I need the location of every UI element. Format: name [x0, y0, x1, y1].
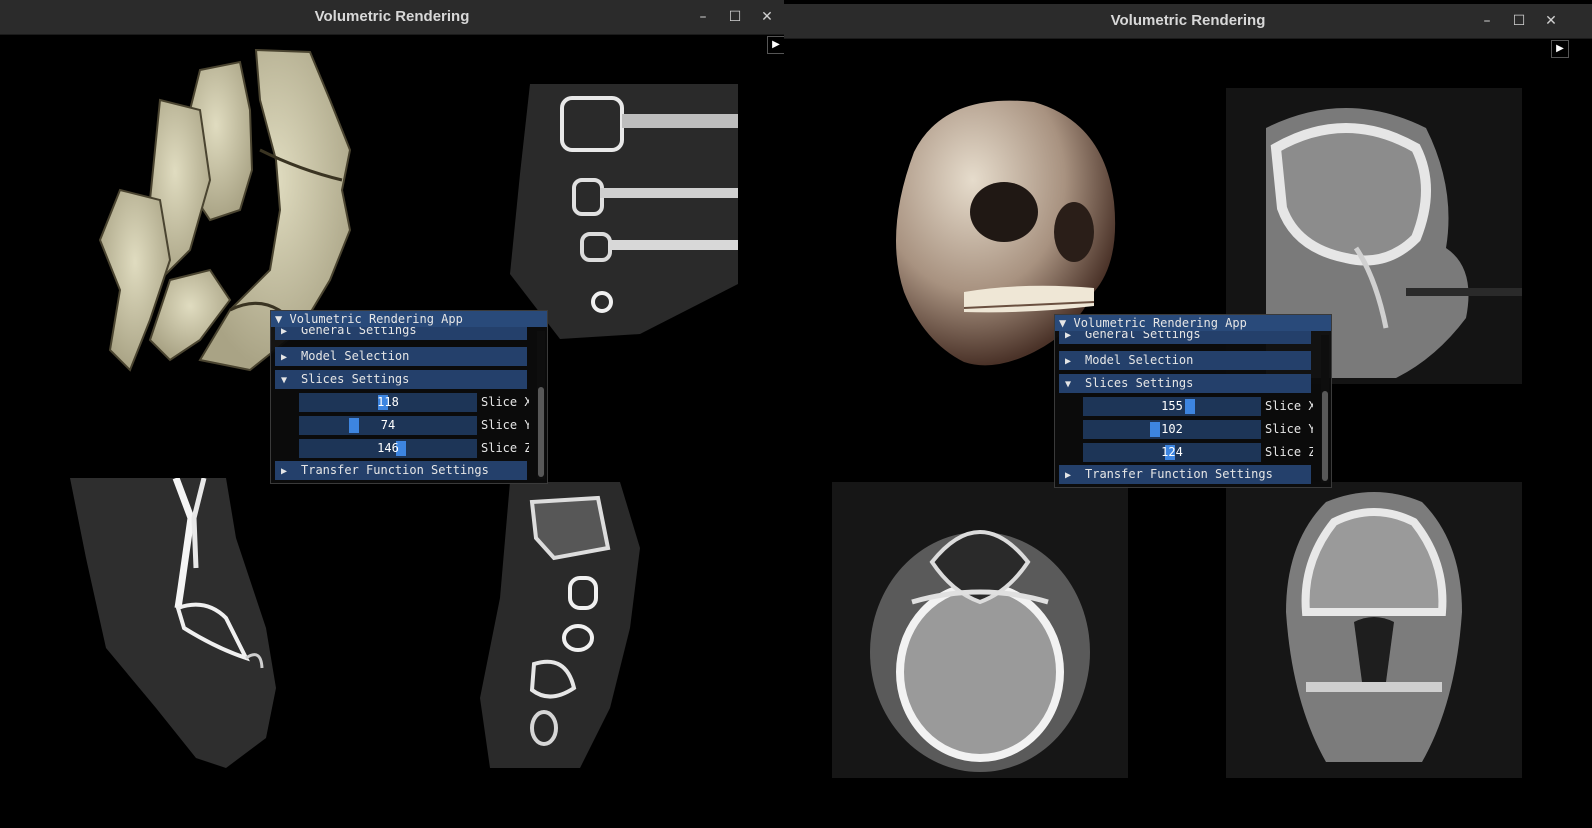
collapsed-arrow-icon: ▶ [1065, 356, 1072, 367]
right-titlebar[interactable]: Volumetric Rendering – ☐ ✕ [784, 4, 1592, 39]
slice-y-slider[interactable]: 74 [299, 416, 477, 435]
header-label: Model Selection [301, 349, 410, 363]
slider-value: 124 [1161, 445, 1183, 459]
header-transfer-function-settings[interactable]: ▶ Transfer Function Settings [1059, 465, 1311, 484]
left-settings-panel: ▼ Volumetric Rendering App ▶ General Sett… [270, 310, 548, 484]
collapsed-arrow-icon: ▶ [281, 352, 288, 363]
panel-title-bar[interactable]: ▼ Volumetric Rendering App [271, 311, 547, 327]
right-app-window: Volumetric Rendering – ☐ ✕ ▶ ▼ Volumetri… [784, 4, 1592, 828]
minimize-icon[interactable]: – [1470, 4, 1504, 38]
play-icon[interactable]: ▶ [767, 36, 784, 54]
close-icon[interactable]: ✕ [1534, 4, 1568, 38]
slice-z-slider[interactable]: 146 [299, 439, 477, 458]
slice-y-slider[interactable]: 102 [1083, 420, 1261, 439]
panel-title-bar[interactable]: ▼ Volumetric Rendering App [1055, 315, 1331, 331]
right-settings-panel: ▼ Volumetric Rendering App ▶ General Sett… [1054, 314, 1332, 488]
collapsed-arrow-icon: ▶ [1065, 470, 1072, 481]
header-label: Slices Settings [301, 372, 410, 386]
slider-value: 74 [380, 418, 396, 432]
slice-view-bottom-left[interactable] [66, 478, 286, 778]
slider-value: 155 [1161, 399, 1183, 413]
collapsed-arrow-icon: ▶ [281, 327, 288, 337]
header-label: Slices Settings [1085, 376, 1194, 390]
collapsed-arrow-icon: ▶ [281, 466, 288, 477]
slice-x-slider[interactable]: 155 [1083, 397, 1261, 416]
panel-title: Volumetric Rendering App [289, 312, 463, 326]
slider-value: 118 [377, 395, 399, 409]
left-app-window: Volumetric Rendering – ☐ ✕ ▶ ▼ Volumetri… [0, 0, 784, 828]
slider-value: 146 [377, 441, 399, 455]
expanded-arrow-icon: ▼ [281, 375, 288, 386]
maximize-icon[interactable]: ☐ [1502, 4, 1536, 38]
slice-view-bottom-right[interactable] [470, 478, 650, 778]
slice-view-top-right[interactable] [500, 84, 738, 344]
header-label: Transfer Function Settings [301, 463, 489, 477]
panel-scrollbar[interactable] [1321, 335, 1329, 483]
header-model-selection[interactable]: ▶ Model Selection [275, 347, 527, 366]
header-slices-settings[interactable]: ▼ Slices Settings [1059, 374, 1311, 393]
slider-value: 102 [1161, 422, 1183, 436]
maximize-icon[interactable]: ☐ [718, 0, 752, 34]
header-label: Transfer Function Settings [1085, 467, 1273, 481]
header-label: General Settings [301, 327, 417, 337]
panel-title: Volumetric Rendering App [1073, 316, 1247, 330]
header-transfer-function-settings[interactable]: ▶ Transfer Function Settings [275, 461, 527, 480]
expanded-arrow-icon: ▼ [1065, 379, 1072, 390]
close-icon[interactable]: ✕ [750, 0, 784, 34]
slice-z-label: Slice Z [1265, 445, 1313, 459]
collapse-arrow-icon[interactable]: ▼ [275, 312, 282, 326]
slice-z-label: Slice Z [481, 441, 529, 455]
slice-y-label: Slice Y [481, 418, 529, 432]
header-general-settings[interactable]: ▶ General Settings [275, 327, 527, 340]
slice-view-coronal[interactable] [1226, 482, 1522, 778]
scrollbar-thumb[interactable] [1322, 391, 1328, 481]
panel-scrollbar[interactable] [537, 331, 545, 479]
scrollbar-thumb[interactable] [538, 387, 544, 477]
slice-x-slider[interactable]: 118 [299, 393, 477, 412]
slice-z-slider[interactable]: 124 [1083, 443, 1261, 462]
play-icon[interactable]: ▶ [1551, 40, 1569, 58]
left-titlebar[interactable]: Volumetric Rendering – ☐ ✕ [0, 0, 784, 35]
slice-view-axial[interactable] [832, 482, 1128, 778]
left-window-title: Volumetric Rendering [314, 8, 470, 25]
slice-x-label: Slice X [481, 395, 529, 409]
header-model-selection[interactable]: ▶ Model Selection [1059, 351, 1311, 370]
header-label: Model Selection [1085, 353, 1194, 367]
collapse-arrow-icon[interactable]: ▼ [1059, 316, 1066, 330]
collapsed-arrow-icon: ▶ [1065, 331, 1072, 341]
header-slices-settings[interactable]: ▼ Slices Settings [275, 370, 527, 389]
slice-x-label: Slice X [1265, 399, 1313, 413]
slice-y-label: Slice Y [1265, 422, 1313, 436]
minimize-icon[interactable]: – [686, 0, 720, 34]
header-general-settings[interactable]: ▶ General Settings [1059, 331, 1311, 344]
header-label: General Settings [1085, 331, 1201, 341]
